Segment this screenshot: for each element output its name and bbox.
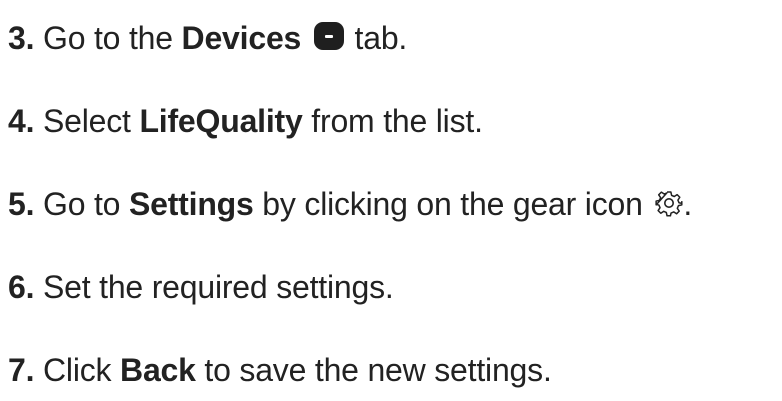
step-text: Go to xyxy=(43,186,129,222)
step-number: 7. xyxy=(8,352,35,388)
step-text: Select xyxy=(43,103,140,139)
step-text: to save the new settings. xyxy=(195,352,552,388)
step-text: by clicking on the gear icon xyxy=(253,186,652,222)
step-number: 6. xyxy=(8,269,35,305)
device-tab-icon xyxy=(313,22,344,50)
step-number: 3. xyxy=(8,20,35,56)
devices-label: Devices xyxy=(181,20,302,56)
gear-icon xyxy=(655,189,683,217)
step-text: . xyxy=(683,186,693,222)
lifequality-label: LifeQuality xyxy=(139,103,303,139)
step-text: Set the required settings. xyxy=(43,269,394,305)
step-text: Go to the xyxy=(43,20,182,56)
step-text: from the list. xyxy=(302,103,483,139)
settings-label: Settings xyxy=(128,186,254,222)
step-number: 5. xyxy=(8,186,35,222)
step-6: 6. Set the required settings. xyxy=(8,265,394,309)
step-text: tab. xyxy=(345,20,408,56)
step-3: 3. Go to the Devices tab. xyxy=(8,16,407,60)
step-7: 7. Click Back to save the new settings. xyxy=(8,348,552,392)
step-5: 5. Go to Settings by clicking on the gea… xyxy=(8,182,692,226)
step-number: 4. xyxy=(8,103,35,139)
back-label: Back xyxy=(120,352,196,388)
step-text: Click xyxy=(43,352,121,388)
step-4: 4. Select LifeQuality from the list. xyxy=(8,99,483,143)
